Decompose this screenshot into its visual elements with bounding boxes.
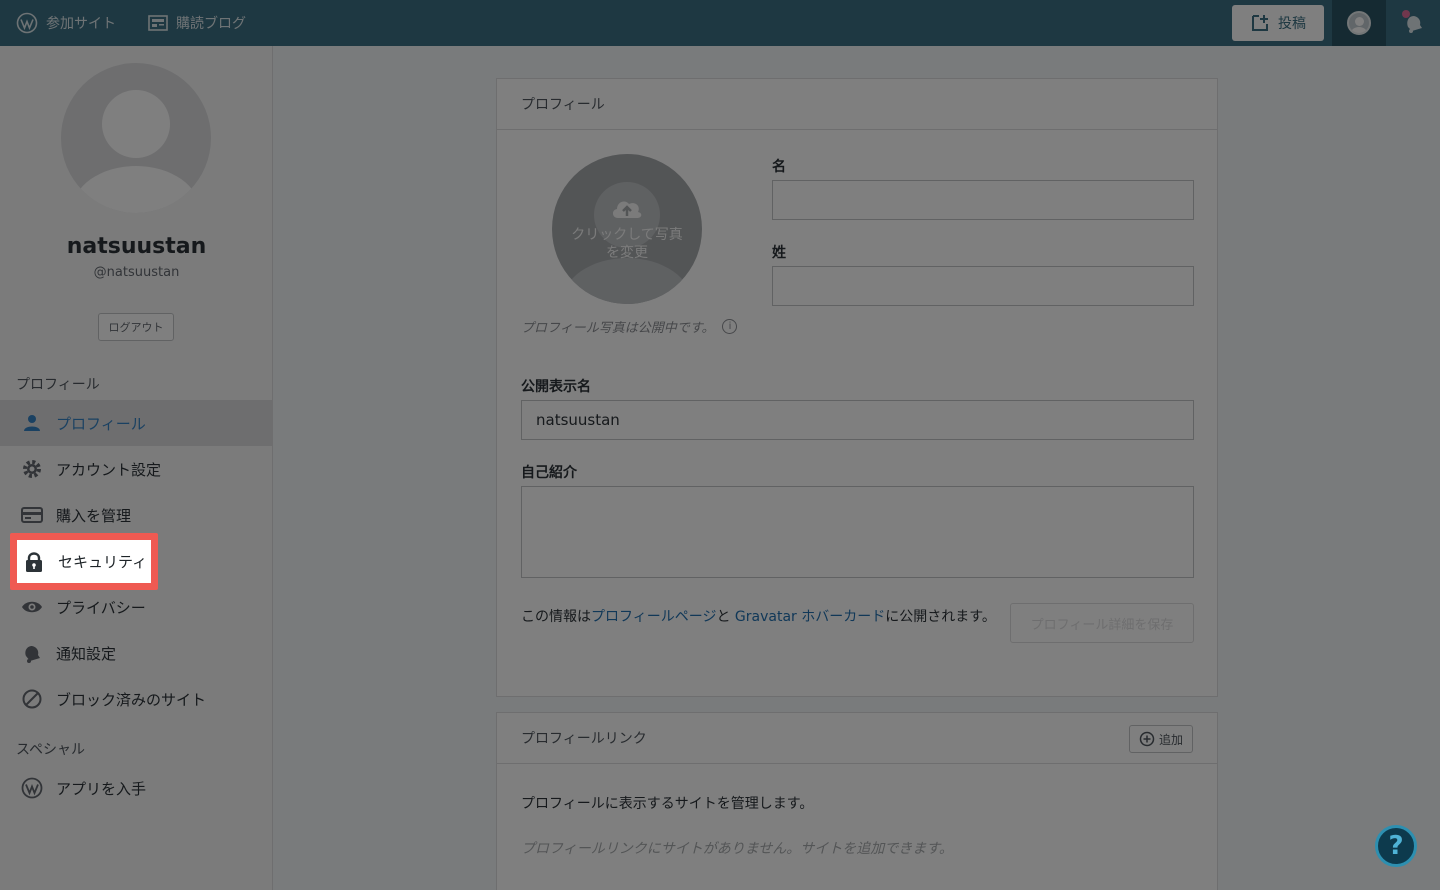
- dim-overlay: [0, 0, 1440, 890]
- lock-icon: [22, 550, 46, 574]
- help-button[interactable]: ?: [1375, 825, 1417, 867]
- sidebar-item-label: セキュリティ: [58, 553, 148, 571]
- sidebar-item-security[interactable]: セキュリティ: [10, 533, 158, 590]
